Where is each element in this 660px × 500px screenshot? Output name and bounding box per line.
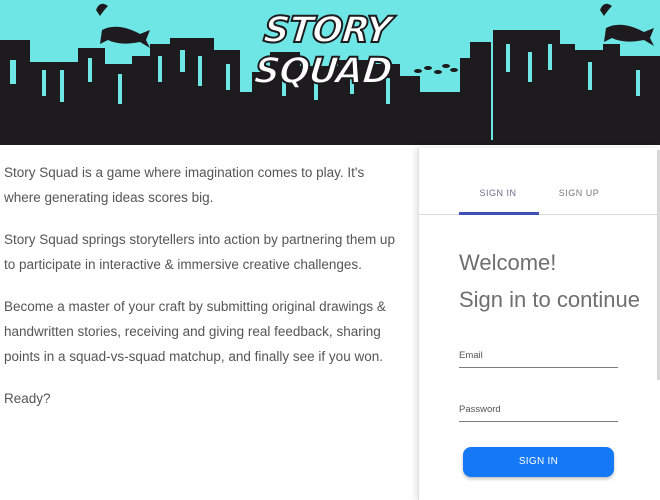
email-input[interactable] xyxy=(459,350,618,372)
password-field[interactable]: Password xyxy=(459,404,618,426)
active-tab-indicator xyxy=(459,212,539,215)
welcome-subtitle: Sign in to continue xyxy=(459,287,641,312)
auth-tabs: SIGN IN SIGN UP xyxy=(419,148,660,215)
page: STORY SQUAD Story Squad is a game where … xyxy=(0,0,660,500)
welcome-title: Welcome! xyxy=(459,250,557,275)
intro-paragraph: Story Squad is a game where imagination … xyxy=(4,165,365,205)
email-field[interactable]: Email xyxy=(459,350,618,372)
sign-in-button[interactable]: SIGN IN xyxy=(463,447,614,477)
intro-text: Story Squad is a game where imagination … xyxy=(4,160,404,428)
story-squad-logo: STORY SQUAD xyxy=(251,9,394,93)
intro-paragraph: Become a master of your craft by submitt… xyxy=(4,299,386,364)
intro-paragraph: Ready? xyxy=(4,391,51,406)
intro-paragraph: Story Squad springs storytellers into ac… xyxy=(4,232,395,272)
auth-card: SIGN IN SIGN UP Welcome! Sign in to cont… xyxy=(418,148,660,500)
banner-divider xyxy=(0,140,660,145)
tab-sign-up[interactable]: SIGN UP xyxy=(539,188,619,198)
password-input[interactable] xyxy=(459,404,618,426)
header-banner: STORY SQUAD xyxy=(0,0,660,145)
welcome-heading: Welcome! Sign in to continue xyxy=(459,244,640,318)
tab-sign-in[interactable]: SIGN IN xyxy=(458,188,538,198)
